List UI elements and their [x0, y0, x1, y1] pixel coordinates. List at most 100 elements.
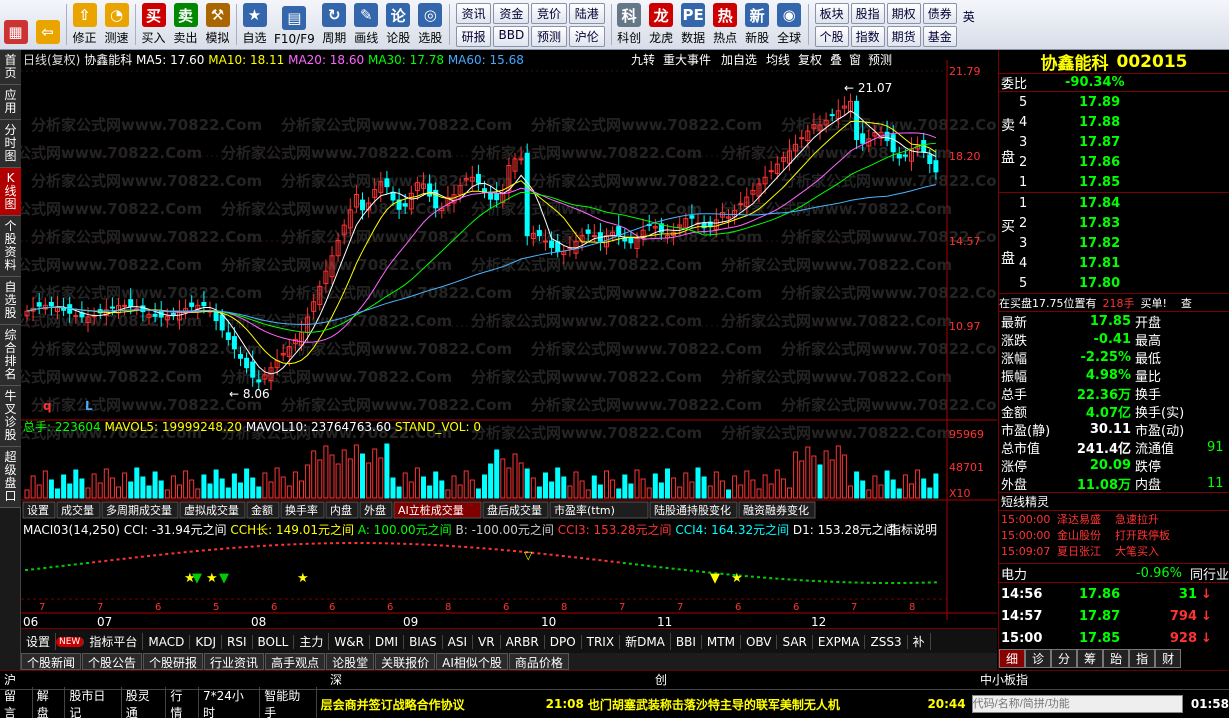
tool-button-11[interactable]: 论论股	[383, 0, 415, 49]
sub-tab-4[interactable]: 金额	[251, 503, 273, 517]
quick-link[interactable]: 沪伦	[568, 25, 605, 47]
indicator-tab[interactable]: ZSS3	[865, 634, 908, 649]
leftnav-item[interactable]: 应用	[0, 85, 21, 120]
market-link[interactable]: 期权	[886, 2, 921, 24]
sub-tab-2[interactable]: 多周期成交量	[106, 503, 172, 517]
info-tab[interactable]: 行业资讯	[204, 653, 265, 670]
tool-button-7[interactable]: ★ 自选	[239, 0, 271, 49]
tool-button-1[interactable]: ⇦	[32, 0, 64, 49]
panel-tab[interactable]: 指	[1129, 649, 1156, 668]
leftnav-item[interactable]: 分时图	[0, 120, 21, 168]
sub-tab-10[interactable]: 市盈率(ttm)	[554, 503, 615, 517]
quick-link[interactable]: 预测	[531, 25, 567, 47]
index-sz[interactable]: 深	[330, 671, 655, 688]
status-item[interactable]: 行情	[166, 687, 200, 718]
tool-button-2[interactable]: ⇧ 修正	[69, 0, 101, 49]
sprite-row[interactable]: 15:00:00 金山股份 打开跌停板	[999, 527, 1229, 543]
search-input[interactable]	[971, 695, 1183, 713]
info-tab[interactable]: 论股堂	[326, 653, 375, 670]
quick-link[interactable]: 研报	[455, 25, 492, 47]
index-zx[interactable]: 中小板指	[980, 671, 1180, 688]
sub-tab-12[interactable]: 融资融券变化	[743, 503, 809, 517]
quick-link[interactable]: 陆港	[568, 2, 605, 24]
leftnav-item[interactable]: 个股资料	[0, 216, 21, 277]
buy-level[interactable]: 1 17.84	[999, 193, 1229, 213]
status-item[interactable]: 股灵通	[122, 687, 167, 718]
tool-button-9[interactable]: ↻ 周期	[319, 0, 351, 49]
tool-button-4[interactable]: 买买入	[138, 0, 170, 49]
tool2-button-5[interactable]: ◉ 全球	[774, 0, 806, 49]
sector-button[interactable]: 同行业	[1190, 564, 1229, 583]
sub-tab-9[interactable]: 盘后成交量	[487, 503, 542, 517]
indicator-tab[interactable]: DPO	[545, 634, 582, 649]
indicator-tab[interactable]: 指标平台	[84, 633, 144, 650]
leftnav-item[interactable]: K线图	[0, 168, 21, 216]
market-link[interactable]: 指数	[850, 25, 885, 47]
panel-tab[interactable]: 财	[1155, 649, 1182, 668]
tool2-button-2[interactable]: PE 数据	[678, 0, 710, 49]
status-item[interactable]: 留言	[0, 687, 33, 718]
indicator-tab[interactable]: SAR	[777, 634, 813, 649]
quick-link[interactable]: 竞价	[531, 2, 567, 24]
chart-menu-7[interactable]: 预测	[868, 53, 892, 67]
extra-link[interactable]: 英	[961, 0, 977, 49]
buy-level[interactable]: 4 17.81	[999, 253, 1229, 273]
leftnav-item[interactable]: 牛叉诊股	[0, 386, 21, 447]
quick-link[interactable]: 资讯	[455, 2, 492, 24]
index-sh[interactable]: 沪	[0, 671, 330, 688]
indicator-tab[interactable]: 设置	[21, 633, 57, 650]
sell-level[interactable]: 1 17.85	[999, 172, 1229, 192]
panel-tab[interactable]: 分	[1051, 649, 1078, 668]
info-tab[interactable]: 个股公告	[82, 653, 143, 670]
sub-tab-6[interactable]: 内盘	[330, 503, 352, 517]
market-link[interactable]: 个股	[814, 25, 849, 47]
market-link[interactable]: 基金	[922, 25, 957, 47]
status-item[interactable]: 智能助手	[260, 687, 317, 718]
indicator-tab[interactable]: BBI	[671, 634, 702, 649]
tool-button-10[interactable]: ✎ 画线	[351, 0, 383, 49]
chart-menu-3[interactable]: 均线	[766, 53, 790, 67]
tool2-button-1[interactable]: 龙龙虎	[646, 0, 678, 49]
panel-tab[interactable]: 跆	[1103, 649, 1130, 668]
tool-button-5[interactable]: 卖卖出	[170, 0, 202, 49]
indicator-tab[interactable]: MACD	[143, 634, 191, 649]
indicator-tab[interactable]: ARBR	[501, 634, 545, 649]
indicator-tab[interactable]: NEW	[56, 636, 85, 647]
sub-tab-7[interactable]: 外盘	[364, 503, 386, 517]
info-tab[interactable]: 个股研报	[143, 653, 204, 670]
chart-menu-4[interactable]: 复权	[798, 53, 822, 67]
kline-chart-area[interactable]: 分析家公式网www.70822.Com 分析家公式网www.70822.Com 分析…	[0, 50, 1012, 629]
indicator-tab[interactable]: OBV	[741, 634, 778, 649]
chart-menu-0[interactable]: 九转	[631, 52, 655, 67]
sub-tab-11[interactable]: 陆股通持股变化	[654, 503, 731, 517]
sprite-row[interactable]: 15:09:07 夏日张江 大笔买入	[999, 543, 1229, 559]
market-link[interactable]: 板块	[814, 2, 849, 24]
indicator-tab[interactable]: TRIX	[582, 634, 621, 649]
indicator-explain-button[interactable]: 指标说明	[889, 522, 937, 537]
chart-menu-6[interactable]: 窗	[849, 53, 861, 67]
info-tab[interactable]: 高手观点	[265, 653, 326, 670]
tool-button-12[interactable]: ◎ 选股	[415, 0, 447, 49]
status-item[interactable]: 7*24小时	[199, 687, 261, 718]
sub-tab-8[interactable]: AI立桩成交量	[398, 503, 464, 517]
panel-tab[interactable]: 细	[999, 649, 1026, 668]
indicator-tab[interactable]: EXPMA	[813, 634, 866, 649]
status-item[interactable]: 股市日记	[65, 687, 122, 718]
tool-button-3[interactable]: ◔ 测速	[101, 0, 133, 49]
tool2-button-3[interactable]: 热热点	[710, 0, 742, 49]
sub-tab-3[interactable]: 虚拟成交量	[184, 503, 239, 517]
news-ticker-2[interactable]: 也门胡塞武装称击落沙特主导的联军美制无人机	[588, 696, 914, 713]
market-link[interactable]: 期货	[886, 25, 921, 47]
sprite-row[interactable]: 15:00:00 泽达易盛 急速拉升	[999, 511, 1229, 527]
indicator-tab[interactable]: 主力	[294, 633, 330, 650]
indicator-tab[interactable]: RSI	[222, 634, 253, 649]
index-cy[interactable]: 创	[655, 671, 980, 688]
sub-tab-1[interactable]: 成交量	[61, 503, 94, 517]
leftnav-item[interactable]: 综合排名	[0, 325, 21, 386]
sell-level[interactable]: 4 17.88	[999, 112, 1229, 132]
sell-level[interactable]: 5 17.89	[999, 92, 1229, 112]
chart-menu-2[interactable]: 加自选	[721, 53, 757, 67]
sub-tab-0[interactable]: 设置	[27, 504, 49, 517]
indicator-tab[interactable]: KDJ	[190, 634, 222, 649]
tool-button-8[interactable]: ▤ F10/F9	[271, 0, 319, 49]
